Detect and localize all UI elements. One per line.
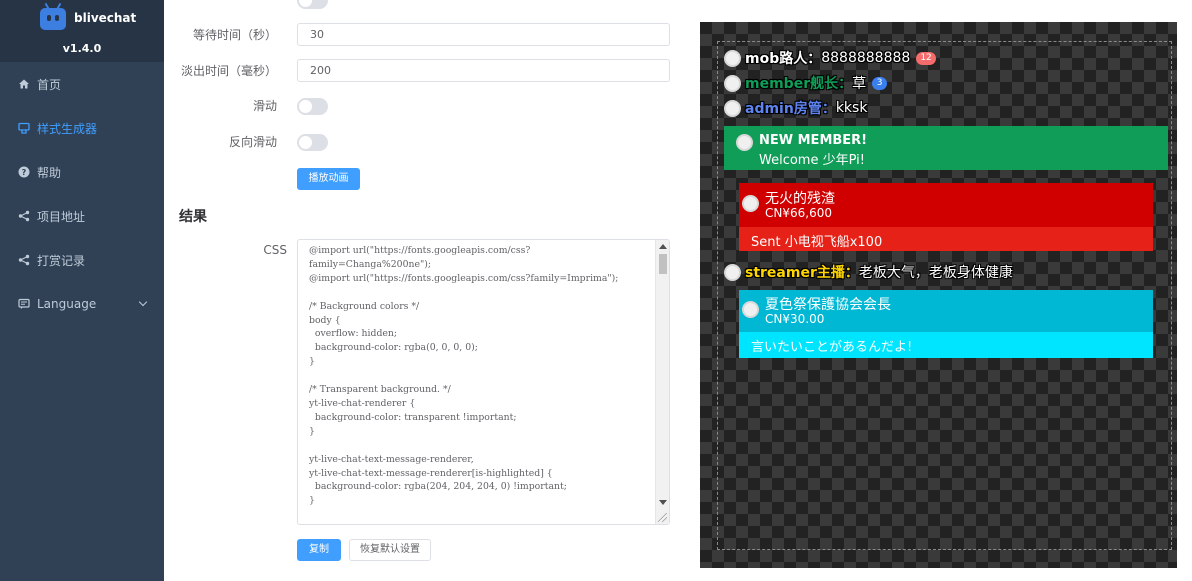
chat-message: mob路人： 8888888888 12 [724, 48, 936, 68]
app-version: v1.4.0 [62, 42, 102, 55]
wait-time-row: 等待时间（秒） 30 [164, 23, 670, 46]
play-animation-button[interactable]: 播放动画 [297, 168, 360, 190]
brand: blivechat v1.4.0 [0, 0, 164, 62]
gift-sender-name: 无火的残渣 [765, 191, 835, 207]
avatar [724, 74, 741, 92]
avatar [742, 195, 759, 212]
author-name: member舰长： [745, 76, 853, 92]
textarea-scrollbar[interactable] [655, 240, 669, 524]
sidebar-item-label: 项目地址 [37, 209, 86, 224]
fade-time-row: 淡出时间（毫秒） 200 [164, 59, 670, 82]
sidebar-item-project[interactable]: 项目地址 [0, 194, 164, 238]
css-code: @import url("https://fonts.googleapis.co… [309, 245, 619, 507]
avatar [724, 263, 741, 281]
sidebar-item-label: 首页 [37, 77, 62, 92]
css-label: CSS [263, 243, 287, 257]
wait-time-label: 等待时间（秒） [192, 28, 277, 42]
fade-time-label: 淡出时间（毫秒） [180, 64, 277, 78]
svg-text:?: ? [22, 168, 27, 177]
gift-message: Sent 小电视飞船x100 [751, 235, 883, 250]
share-icon [18, 254, 30, 266]
message-text: 8888888888 [821, 50, 911, 66]
app-name: blivechat [74, 11, 137, 25]
slide-row: 滑动 [164, 97, 328, 115]
slide-label: 滑动 [252, 99, 277, 113]
superchat-sender-name: 夏色祭保護協会会長 [765, 297, 891, 313]
scroll-up-arrow-icon[interactable] [659, 244, 667, 249]
chat-message: admin房管： kksk [724, 98, 867, 118]
reverse-slide-row: 反向滑动 [164, 133, 328, 151]
avatar [724, 49, 741, 67]
new-member-card: NEW MEMBER! Welcome 少年Pi! [724, 126, 1168, 170]
avatar [724, 99, 741, 117]
sidebar: blivechat v1.4.0 首页 样式生成器 ? 帮助 项目地址 打赏记录 [0, 0, 164, 581]
sidebar-item-label: 样式生成器 [37, 121, 98, 136]
chat-preview: mob路人： 8888888888 12 member舰长： 草 3 admin… [700, 22, 1177, 568]
sidebar-item-label: Language [37, 297, 97, 311]
slide-switch[interactable] [297, 98, 328, 115]
reset-defaults-button[interactable]: 恢复默认设置 [349, 539, 431, 561]
scroll-down-arrow-icon[interactable] [659, 500, 667, 505]
fade-time-input[interactable]: 200 [297, 59, 670, 82]
message-count-badge: 12 [916, 51, 936, 65]
chevron-down-icon [138, 297, 148, 307]
superchat-message: 言いたいことがあるんだよ! [751, 340, 913, 355]
author-name: mob路人： [745, 51, 822, 67]
share-icon [18, 210, 30, 222]
sidebar-item-style-generator[interactable]: 样式生成器 [0, 106, 164, 150]
author-name: admin房管： [745, 101, 836, 117]
avatar [742, 301, 759, 318]
result-title: 结果 [179, 209, 207, 225]
message-text: 草 [852, 76, 867, 92]
chat-icon [18, 298, 30, 310]
sidebar-item-label: 打赏记录 [37, 253, 86, 268]
chat-message: member舰长： 草 3 [724, 73, 888, 93]
home-icon [18, 78, 30, 90]
avatar [736, 134, 753, 151]
superchat-card: 夏色祭保護協会会長 CN¥30.00 言いたいことがあるんだよ! [739, 290, 1153, 358]
css-textarea[interactable]: @import url("https://fonts.googleapis.co… [297, 239, 670, 525]
new-member-title: NEW MEMBER! [759, 133, 868, 148]
sidebar-item-language[interactable]: Language [0, 282, 164, 326]
message-text: kksk [835, 100, 868, 116]
sidebar-item-help[interactable]: ? 帮助 [0, 150, 164, 194]
bilibili-tv-icon [40, 2, 66, 30]
new-member-text: Welcome 少年Pi! [759, 153, 865, 168]
reverse-slide-label: 反向滑动 [228, 135, 277, 149]
gift-amount: CN¥66,600 [765, 206, 832, 220]
superchat-amount: CN¥30.00 [765, 312, 825, 326]
chat-message: streamer主播： 老板大气，老板身体健康 [724, 262, 1013, 282]
copy-button[interactable]: 复制 [297, 539, 341, 561]
wait-time-input[interactable]: 30 [297, 23, 670, 46]
cut-off-switch[interactable] [297, 0, 328, 9]
reverse-slide-switch[interactable] [297, 134, 328, 151]
sidebar-item-donations[interactable]: 打赏记录 [0, 238, 164, 282]
sidebar-item-home[interactable]: 首页 [0, 62, 164, 106]
author-name: streamer主播： [745, 265, 859, 281]
message-text: 老板大气，老板身体健康 [858, 265, 1013, 281]
help-icon: ? [18, 166, 30, 178]
style-generator-icon [18, 122, 30, 134]
scrollbar-thumb[interactable] [659, 254, 667, 274]
resize-grip-icon[interactable] [658, 513, 667, 522]
sidebar-item-label: 帮助 [37, 165, 62, 180]
style-generator-form: 等待时间（秒） 30 淡出时间（毫秒） 200 滑动 反向滑动 播放动画 结果 … [164, 0, 700, 581]
message-count-badge: 3 [872, 76, 888, 90]
gift-card: 无火的残渣 CN¥66,600 Sent 小电视飞船x100 [739, 183, 1153, 251]
